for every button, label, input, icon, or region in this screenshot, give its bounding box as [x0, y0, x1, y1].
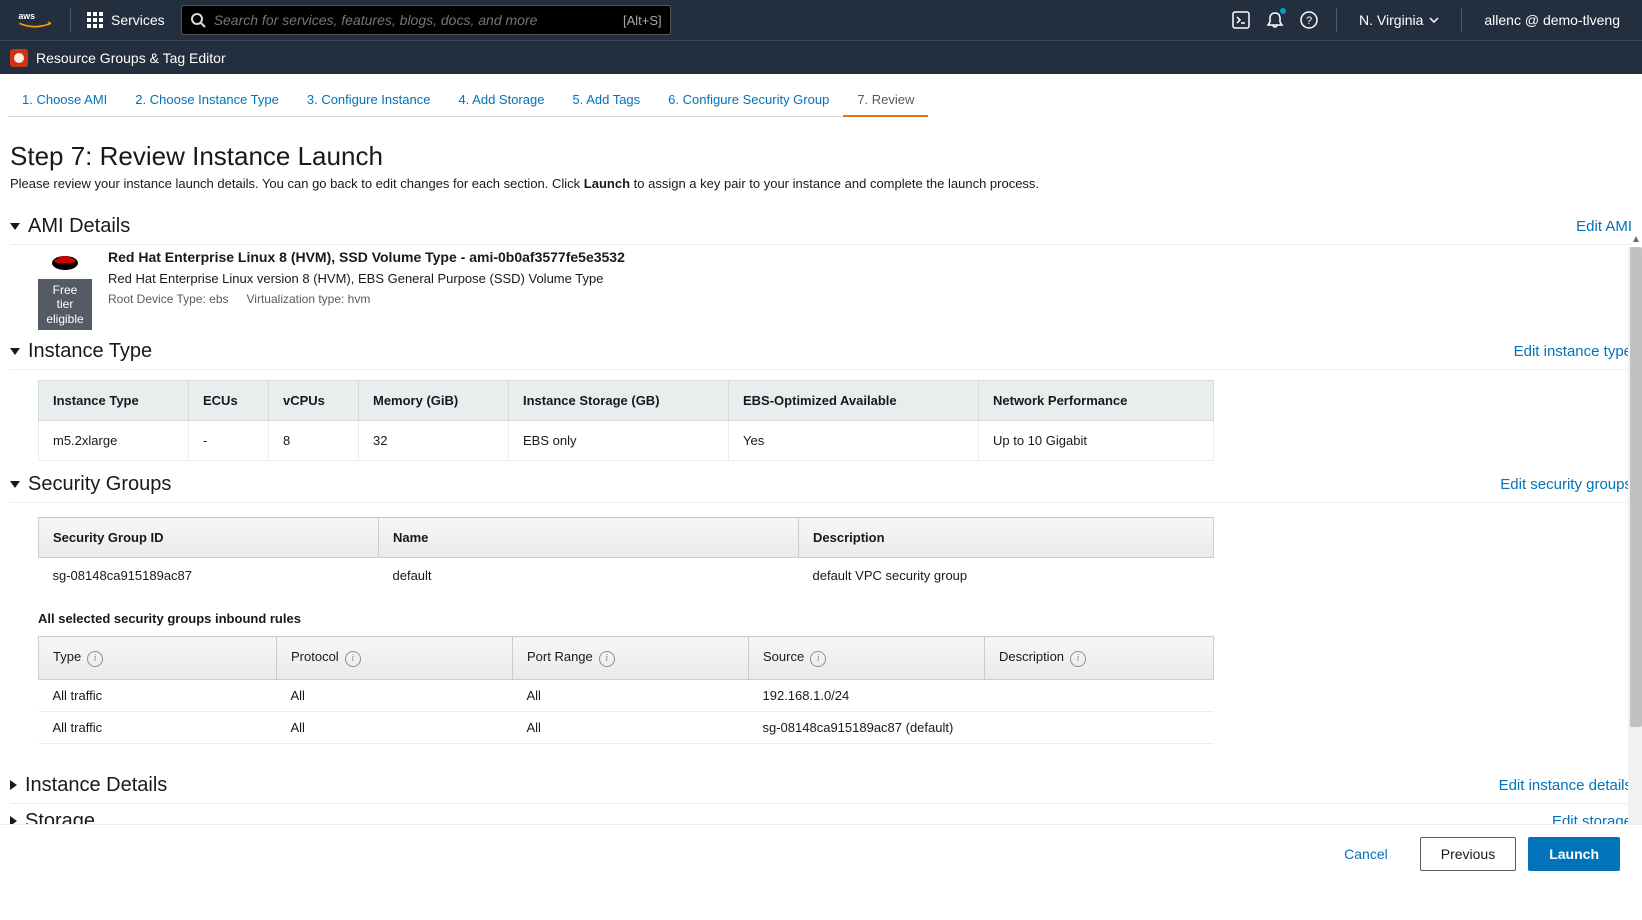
edit-security-link[interactable]: Edit security groups	[1500, 476, 1632, 493]
ami-virt-type: Virtualization type: hvm	[247, 292, 371, 306]
cloudshell-icon[interactable]	[1224, 0, 1258, 40]
cancel-button[interactable]: Cancel	[1324, 838, 1408, 870]
inbound-rules-label: All selected security groups inbound rul…	[38, 611, 1632, 626]
service-icon	[10, 49, 28, 67]
top-nav: aws Services [Alt+S] ? N. Virginia allen…	[0, 0, 1642, 40]
ami-root-device: Root Device Type: ebs	[108, 292, 229, 306]
global-search[interactable]: [Alt+S]	[181, 5, 671, 35]
search-shortcut: [Alt+S]	[623, 13, 662, 28]
caret-down-icon	[10, 348, 20, 355]
step-4[interactable]: 4. Add Storage	[444, 84, 558, 117]
info-icon[interactable]: i	[599, 651, 615, 667]
account-menu[interactable]: allenc @ demo-tlveng	[1472, 0, 1632, 40]
chevron-down-icon	[1429, 17, 1439, 23]
table-row: m5.2xlarge - 8 32 EBS only Yes Up to 10 …	[39, 421, 1214, 461]
step-7[interactable]: 7. Review	[843, 84, 928, 117]
info-icon[interactable]: i	[810, 651, 826, 667]
svg-text:?: ?	[1306, 15, 1312, 27]
grid-icon	[87, 12, 103, 28]
wizard-steps: 1. Choose AMI 2. Choose Instance Type 3.…	[0, 74, 1642, 117]
info-icon[interactable]: i	[1070, 651, 1086, 667]
wizard-footer: Cancel Previous Launch	[0, 824, 1642, 883]
previous-button[interactable]: Previous	[1420, 837, 1516, 871]
services-label: Services	[111, 12, 165, 28]
info-icon[interactable]: i	[87, 651, 103, 667]
help-icon[interactable]: ?	[1292, 0, 1326, 40]
section-instance-details-head[interactable]: Instance Details Edit instance details	[10, 768, 1632, 803]
step-5[interactable]: 5. Add Tags	[558, 84, 654, 117]
table-row: All trafficAllAllsg-08148ca915189ac87 (d…	[39, 711, 1214, 743]
svg-text:aws: aws	[18, 11, 35, 21]
notification-dot	[1280, 8, 1286, 14]
service-title[interactable]: Resource Groups & Tag Editor	[36, 50, 226, 66]
search-icon	[190, 12, 206, 28]
instance-type-table: Instance Type ECUs vCPUs Memory (GiB) In…	[38, 380, 1214, 461]
section-security-title: Security Groups	[28, 473, 171, 496]
step-6[interactable]: 6. Configure Security Group	[654, 84, 843, 117]
step-2[interactable]: 2. Choose Instance Type	[121, 84, 293, 117]
edit-ami-link[interactable]: Edit AMI	[1576, 218, 1632, 235]
table-row: sg-08148ca915189ac87 default default VPC…	[39, 558, 1214, 594]
content-area: Step 7: Review Instance Launch Please re…	[0, 117, 1642, 920]
caret-right-icon	[10, 780, 17, 790]
page-description: Please review your instance launch detai…	[10, 176, 1632, 191]
step-1[interactable]: 1. Choose AMI	[8, 84, 121, 117]
services-menu[interactable]: Services	[81, 12, 171, 28]
info-icon[interactable]: i	[345, 651, 361, 667]
edit-instance-details-link[interactable]: Edit instance details	[1499, 777, 1632, 794]
service-subnav: Resource Groups & Tag Editor	[0, 40, 1642, 74]
scroll-up-icon[interactable]: ▲	[1628, 231, 1642, 247]
section-instance-type-head[interactable]: Instance Type Edit instance type	[10, 334, 1632, 369]
search-input[interactable]	[214, 12, 615, 28]
ami-details-block: Free tiereligible Red Hat Enterprise Lin…	[10, 245, 1632, 334]
security-group-table: Security Group ID Name Description sg-08…	[38, 517, 1214, 593]
region-selector[interactable]: N. Virginia	[1347, 0, 1451, 40]
scroll-thumb[interactable]	[1630, 247, 1642, 727]
caret-down-icon	[10, 481, 20, 488]
aws-logo[interactable]: aws	[18, 10, 52, 30]
ami-subtitle: Red Hat Enterprise Linux version 8 (HVM)…	[108, 271, 625, 286]
launch-button[interactable]: Launch	[1528, 837, 1620, 871]
redhat-icon	[47, 249, 83, 273]
notifications-icon[interactable]	[1258, 0, 1292, 40]
section-instance-details-title: Instance Details	[25, 774, 167, 797]
table-row: All trafficAllAll192.168.1.0/24	[39, 679, 1214, 711]
edit-instance-type-link[interactable]: Edit instance type	[1514, 343, 1632, 360]
section-security-head[interactable]: Security Groups Edit security groups	[10, 467, 1632, 502]
ami-title: Red Hat Enterprise Linux 8 (HVM), SSD Vo…	[108, 249, 625, 265]
scrollbar[interactable]: ▲ ▼	[1628, 247, 1642, 867]
page-title: Step 7: Review Instance Launch	[10, 141, 1632, 172]
free-tier-badge: Free tiereligible	[38, 279, 92, 330]
inbound-rules-table: Typei Protocoli Port Rangei Sourcei Desc…	[38, 636, 1214, 744]
step-3[interactable]: 3. Configure Instance	[293, 84, 445, 117]
section-ami-head[interactable]: AMI Details Edit AMI	[10, 209, 1632, 244]
section-ami-title: AMI Details	[28, 215, 130, 238]
section-instance-type-title: Instance Type	[28, 340, 152, 363]
caret-down-icon	[10, 223, 20, 230]
